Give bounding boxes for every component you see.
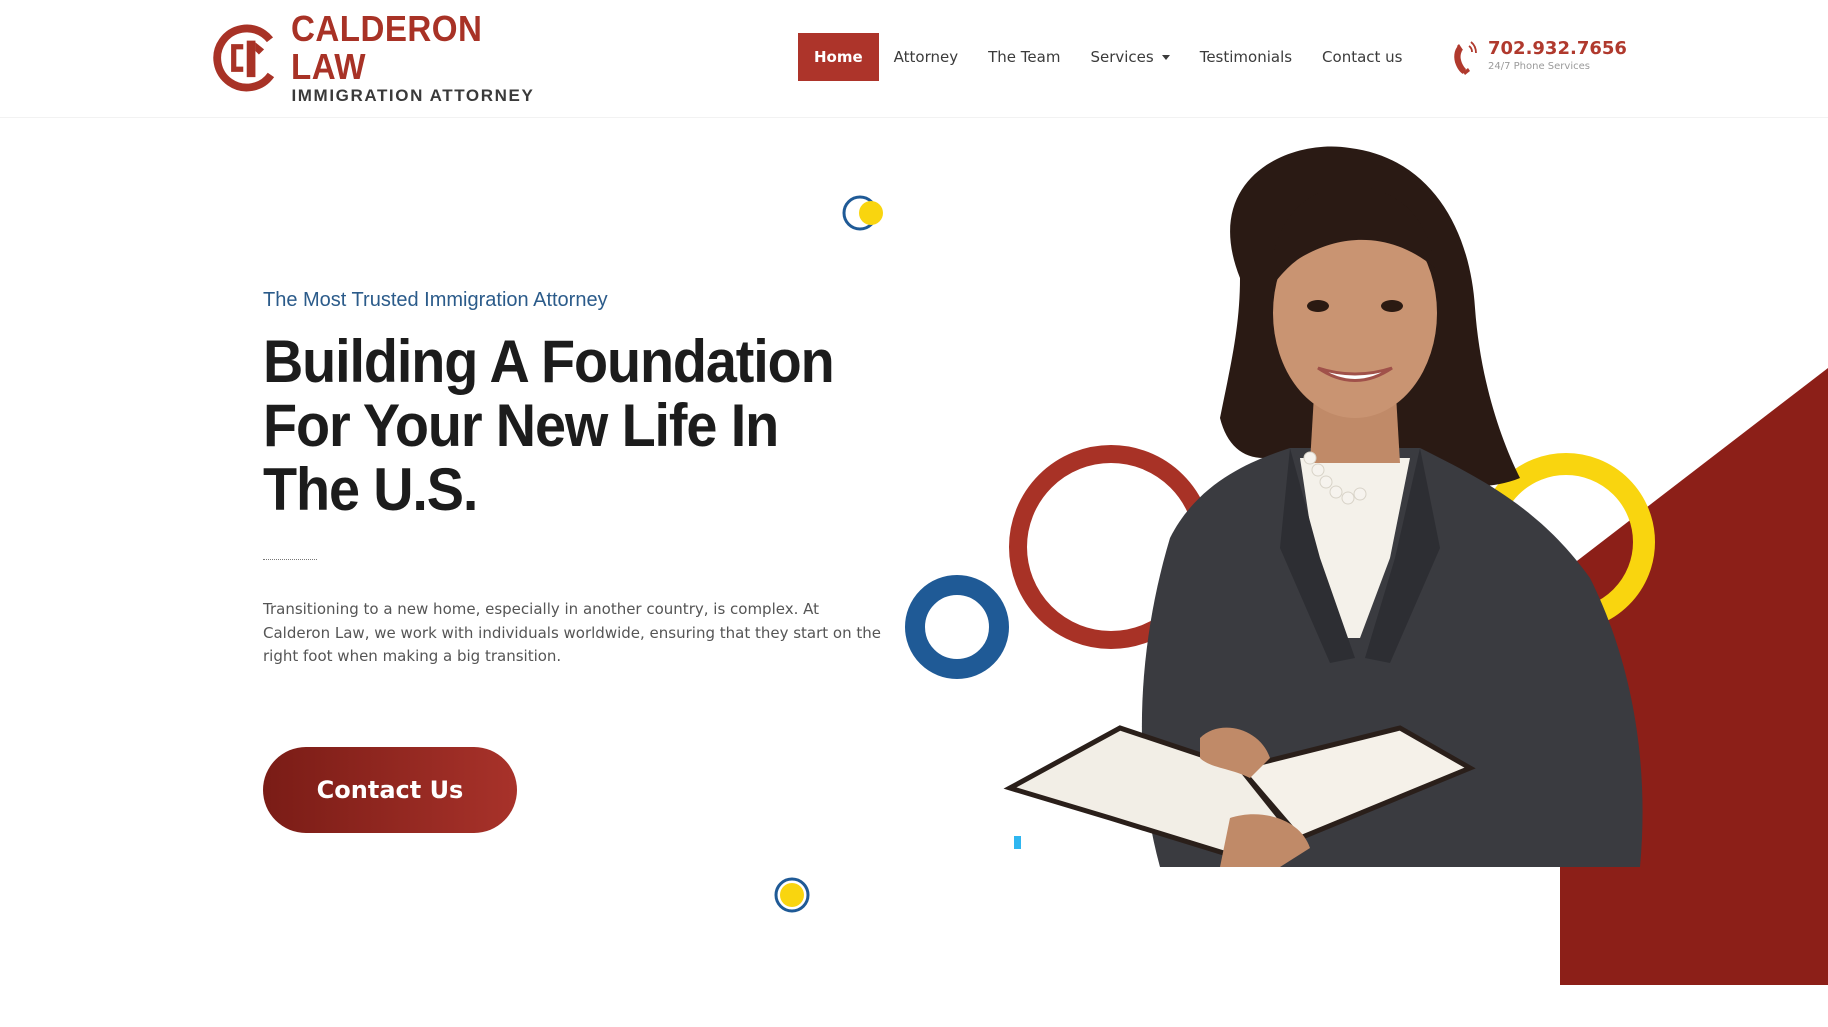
site-header: CALDERON LAW IMMIGRATION ATTORNEY Home A… (0, 0, 1828, 118)
nav-item-services[interactable]: Services (1075, 33, 1184, 81)
calderon-law-logo-mark (213, 24, 281, 92)
attorney-portrait (1003, 146, 1643, 867)
nav-item-attorney[interactable]: Attorney (879, 33, 973, 81)
phone-number[interactable]: 702.932.7656 (1488, 38, 1627, 60)
hero-divider (263, 559, 317, 560)
nav-item-contact-us[interactable]: Contact us (1307, 33, 1417, 81)
phone-ringing-icon (1454, 41, 1477, 75)
hero-artwork (774, 146, 1828, 985)
tiny-blue-mark (1014, 836, 1021, 849)
small-yellow-dot-top (859, 201, 883, 225)
nav-item-services-label: Services (1090, 48, 1154, 66)
hero-body-text: Transitioning to a new home, especially … (263, 600, 882, 665)
header-phone[interactable]: 702.932.7656 24/7 Phone Services (1450, 38, 1627, 76)
chevron-down-icon (1161, 54, 1170, 60)
hero-headline: Building A Foundation For Your New Life … (263, 328, 835, 523)
small-yellow-dot-bottom (780, 883, 804, 907)
main-nav: Home Attorney The Team Services Testimon… (798, 33, 1418, 81)
hero-eyebrow: The Most Trusted Immigration Attorney (263, 289, 608, 311)
brand-logo[interactable]: CALDERON LAW IMMIGRATION ATTORNEY (212, 10, 552, 105)
nav-item-testimonials[interactable]: Testimonials (1185, 33, 1307, 81)
contact-us-button[interactable]: Contact Us (263, 747, 517, 833)
phone-subtitle: 24/7 Phone Services (1488, 61, 1590, 72)
nav-item-the-team[interactable]: The Team (973, 33, 1075, 81)
nav-item-home[interactable]: Home (798, 33, 879, 81)
brand-name: CALDERON LAW (291, 8, 483, 87)
brand-tagline: IMMIGRATION ATTORNEY (291, 86, 535, 105)
blue-ring-decoration (905, 575, 1009, 679)
